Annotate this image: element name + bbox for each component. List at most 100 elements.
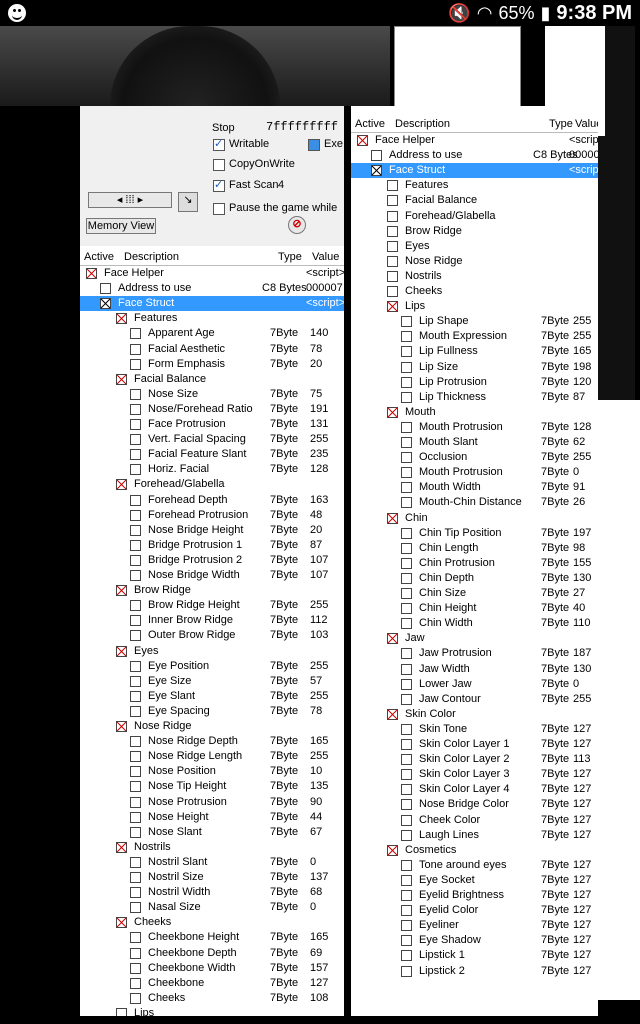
- active-checkbox[interactable]: [130, 705, 141, 717]
- active-checkbox[interactable]: [371, 150, 382, 162]
- row-value[interactable]: 98: [573, 542, 585, 554]
- table-row[interactable]: Skin Color Layer 1 7Byte 127: [351, 737, 598, 752]
- table-row[interactable]: Chin Depth 7Byte 130: [351, 571, 598, 586]
- pause-checkbox[interactable]: [213, 203, 225, 215]
- table-row[interactable]: Features: [80, 311, 344, 326]
- active-checkbox[interactable]: [401, 346, 412, 358]
- row-value[interactable]: 62: [573, 436, 585, 448]
- row-value[interactable]: 197: [573, 527, 591, 539]
- active-checkbox[interactable]: [130, 811, 141, 823]
- table-row[interactable]: Mouth Slant 7Byte 62: [351, 435, 598, 450]
- row-value[interactable]: 127: [573, 814, 591, 826]
- row-value[interactable]: 44: [310, 811, 322, 823]
- table-row[interactable]: Face Struct <script>: [80, 296, 344, 312]
- row-value[interactable]: 127: [573, 965, 591, 977]
- row-value[interactable]: 155: [573, 557, 591, 569]
- table-row[interactable]: Lips: [351, 299, 598, 314]
- table-row[interactable]: Nose Size 7Byte 75: [80, 387, 344, 402]
- table-row[interactable]: Face Helper <script>: [351, 133, 598, 148]
- active-checkbox[interactable]: [387, 270, 398, 282]
- active-checkbox[interactable]: [130, 977, 141, 989]
- active-checkbox[interactable]: [130, 796, 141, 808]
- table-row[interactable]: Address to useC8 Bytes000007: [351, 148, 598, 163]
- table-row[interactable]: Address to useC8 Bytes000007: [80, 281, 344, 296]
- row-value[interactable]: 90: [310, 796, 322, 808]
- row-value[interactable]: 108: [310, 992, 328, 1004]
- table-row[interactable]: Lips: [80, 1006, 344, 1016]
- active-checkbox[interactable]: [401, 376, 412, 388]
- active-checkbox[interactable]: [401, 784, 412, 796]
- row-value[interactable]: 255: [310, 660, 328, 672]
- table-row[interactable]: Chin Width 7Byte 110: [351, 616, 598, 631]
- table-row[interactable]: Lip Shape 7Byte 255: [351, 314, 598, 329]
- active-checkbox[interactable]: [401, 723, 412, 735]
- active-checkbox[interactable]: [130, 690, 141, 702]
- active-checkbox-checked[interactable]: [116, 479, 127, 491]
- active-checkbox[interactable]: [387, 286, 398, 297]
- active-checkbox[interactable]: [401, 648, 412, 660]
- row-value[interactable]: 20: [310, 358, 322, 370]
- active-checkbox[interactable]: [130, 902, 141, 914]
- row-value[interactable]: 000007: [569, 149, 598, 161]
- table-row[interactable]: Skin Tone 7Byte 127: [351, 722, 598, 737]
- active-checkbox[interactable]: [130, 464, 141, 476]
- active-checkbox[interactable]: [401, 965, 412, 977]
- active-checkbox[interactable]: [401, 482, 412, 494]
- table-row[interactable]: Lipstick 2 7Byte 127: [351, 964, 598, 979]
- active-checkbox[interactable]: [401, 361, 412, 373]
- row-value[interactable]: 191: [310, 403, 328, 415]
- row-value[interactable]: 127: [573, 783, 591, 795]
- row-value[interactable]: 127: [573, 738, 591, 750]
- table-row[interactable]: Skin Color Layer 2 7Byte 113: [351, 752, 598, 767]
- row-value[interactable]: 255: [310, 690, 328, 702]
- table-row[interactable]: Mouth: [351, 405, 598, 420]
- exe-checkbox[interactable]: [308, 139, 320, 151]
- active-checkbox[interactable]: [401, 391, 412, 403]
- row-value[interactable]: 68: [310, 886, 322, 898]
- active-checkbox[interactable]: [401, 421, 412, 433]
- active-checkbox[interactable]: [130, 524, 141, 536]
- table-row[interactable]: Nose Bridge Color 7Byte 127: [351, 797, 598, 812]
- active-checkbox[interactable]: [401, 890, 412, 901]
- active-checkbox-checked[interactable]: [371, 165, 382, 177]
- active-checkbox[interactable]: [130, 343, 141, 355]
- table-row[interactable]: Brow Ridge Height 7Byte 255: [80, 598, 344, 613]
- active-checkbox[interactable]: [130, 615, 141, 627]
- table-row[interactable]: Cheeks: [80, 915, 344, 930]
- row-value[interactable]: 127: [573, 949, 591, 961]
- table-row[interactable]: Inner Brow Ridge 7Byte 112: [80, 613, 344, 628]
- table-row[interactable]: Skin Color Layer 4 7Byte 127: [351, 782, 598, 797]
- active-checkbox[interactable]: [130, 872, 141, 883]
- active-checkbox[interactable]: [130, 992, 141, 1004]
- active-checkbox[interactable]: [387, 225, 398, 237]
- table-row[interactable]: Horiz. Facial 7Byte 128: [80, 462, 344, 477]
- row-value[interactable]: 127: [573, 919, 591, 931]
- active-checkbox-checked[interactable]: [116, 721, 127, 732]
- table-row[interactable]: Mouth Protrusion 7Byte 0: [351, 465, 598, 480]
- active-checkbox[interactable]: [130, 781, 141, 793]
- table-row[interactable]: Cheek Color 7Byte 127: [351, 813, 598, 828]
- row-value[interactable]: 103: [310, 629, 328, 641]
- active-checkbox[interactable]: [387, 255, 398, 267]
- table-row[interactable]: Chin Tip Position 7Byte 197: [351, 526, 598, 541]
- horizontal-scrollbar[interactable]: ◂ ⁞⁞⁞ ▸: [88, 192, 172, 208]
- table-row[interactable]: Nose/Forehead Ratio 7Byte 191: [80, 402, 344, 417]
- active-checkbox[interactable]: [401, 497, 412, 509]
- arrow-icon[interactable]: ↘: [178, 192, 198, 212]
- table-row[interactable]: Cheeks: [351, 284, 598, 299]
- row-value[interactable]: 140: [310, 327, 328, 339]
- table-row[interactable]: Nasal Size 7Byte 0: [80, 900, 344, 915]
- table-row[interactable]: Nose Height 7Byte 44: [80, 810, 344, 825]
- row-value[interactable]: 198: [573, 361, 591, 373]
- row-value[interactable]: 127: [310, 977, 328, 989]
- row-value[interactable]: 69: [310, 947, 322, 959]
- table-row[interactable]: Mouth-Chin Distance 7Byte 26: [351, 495, 598, 510]
- table-row[interactable]: Jaw Contour 7Byte 255: [351, 692, 598, 707]
- row-value[interactable]: 165: [310, 735, 328, 747]
- active-checkbox[interactable]: [401, 905, 412, 917]
- row-value[interactable]: 127: [573, 798, 591, 810]
- active-checkbox[interactable]: [130, 826, 141, 838]
- active-checkbox[interactable]: [401, 588, 412, 599]
- table-row[interactable]: Eyes: [351, 239, 598, 254]
- row-value[interactable]: 255: [310, 599, 328, 611]
